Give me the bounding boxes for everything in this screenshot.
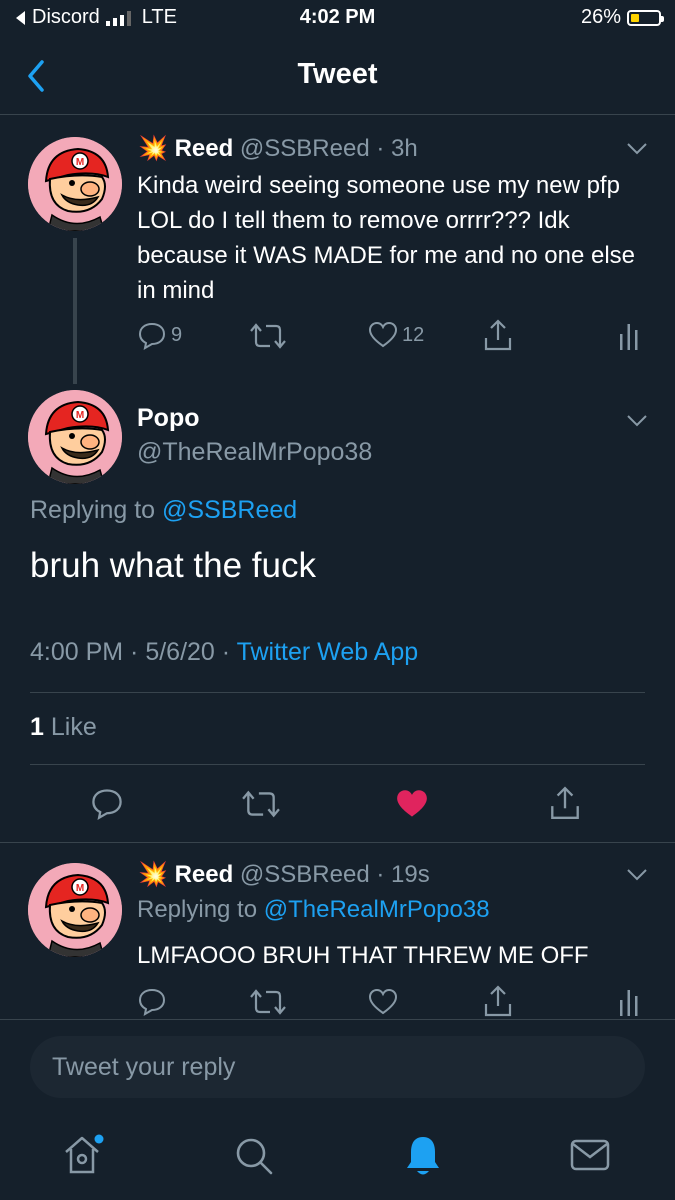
emoji-badge: 💥 [138,135,168,162]
replying-to: Replying to @TheRealMrPopo38 [137,896,490,924]
chevron-down-icon[interactable] [626,142,648,156]
reply-icon[interactable] [137,986,167,1016]
heart-outline-icon[interactable] [368,988,398,1016]
status-right: 26% [580,6,664,29]
reply-composer[interactable] [30,1036,645,1098]
tweet-age: · 3h [376,135,418,162]
main-tweet-text: bruh what the fuck [30,546,316,585]
battery-percent: 26% [580,6,621,28]
analytics-icon[interactable] [618,988,640,1016]
retweet-icon[interactable] [242,789,280,819]
svg-text:M: M [76,410,84,421]
reply-input[interactable] [30,1036,645,1098]
battery-icon [627,9,664,26]
mario-avatar-icon: M [28,863,122,957]
like-total: 1 [30,713,44,741]
page-title: Tweet [297,58,378,90]
author-handle[interactable]: @TheRealMrPopo38 [137,438,372,467]
author-name[interactable]: Reed [175,861,234,888]
mario-avatar-icon: M [28,390,122,484]
status-time: 4:02 PM [299,6,376,28]
replying-to-label: Replying to [137,896,258,923]
avatar[interactable]: M [28,137,122,231]
reply-action[interactable]: 9 [137,318,182,352]
divider [30,692,645,693]
share-icon[interactable] [483,984,513,1018]
divider [0,842,675,843]
tweet-age: · 19s [376,861,430,888]
bottom-tab-bar [0,1120,675,1200]
author-handle[interactable]: @SSBReed [240,135,370,162]
mario-avatar-icon: M [28,137,122,231]
retweet-icon[interactable] [250,322,286,350]
messages-icon[interactable] [570,1138,610,1172]
analytics-icon[interactable] [618,322,640,350]
tweet-meta: 4:00 PM · 5/6/20 · Twitter Web App [30,638,418,667]
avatar[interactable]: M [28,863,122,957]
heart-outline-icon [368,321,398,348]
chevron-down-icon[interactable] [626,868,648,882]
replying-to-handle[interactable]: @TheRealMrPopo38 [264,896,490,923]
reply-count: 9 [171,323,183,346]
reply-icon[interactable] [90,786,124,820]
reply-icon [138,322,166,350]
heart-filled-icon[interactable] [394,788,430,820]
likes-summary[interactable]: 1 Like [30,713,97,742]
avatar[interactable]: M [28,390,122,484]
notifications-icon[interactable] [404,1134,442,1178]
replying-to: Replying to @SSBReed [30,496,297,525]
like-total-label: Like [50,713,97,741]
svg-text:M: M [76,157,84,168]
status-bar: Discord LTE 4:02 PM 26% [0,0,675,36]
tweet-header: 💥 Reed @SSBReed · 19s [138,860,430,889]
chevron-down-icon[interactable] [626,414,648,428]
tweet-text: LMFAOOO BRUH THAT THREW ME OFF [137,942,589,969]
tweet-source[interactable]: Twitter Web App [237,638,419,666]
thread-line [73,238,77,384]
like-action[interactable]: 12 [368,318,424,352]
reply-actions-row [0,984,675,1018]
search-icon[interactable] [234,1136,274,1176]
tweet-timestamp: 4:00 PM · 5/6/20 · [30,638,231,666]
replying-to-label: Replying to [30,496,156,524]
author-name[interactable]: Popo [137,404,200,433]
share-icon[interactable] [549,785,581,821]
home-icon[interactable] [62,1132,108,1178]
author-name[interactable]: Reed [175,135,234,162]
top-navigation: Tweet [0,40,675,115]
like-count: 12 [402,323,425,346]
retweet-icon[interactable] [250,988,286,1016]
share-icon[interactable] [483,318,513,352]
replying-to-handle[interactable]: @SSBReed [162,496,297,524]
divider [0,1019,675,1020]
emoji-badge: 💥 [138,861,168,888]
svg-text:M: M [76,883,84,894]
tweet-header: 💥 Reed @SSBReed · 3h [138,134,418,163]
author-handle[interactable]: @SSBReed [240,861,370,888]
tweet-text: Kinda weird seeing someone use my new pf… [137,172,636,304]
divider [30,764,645,765]
